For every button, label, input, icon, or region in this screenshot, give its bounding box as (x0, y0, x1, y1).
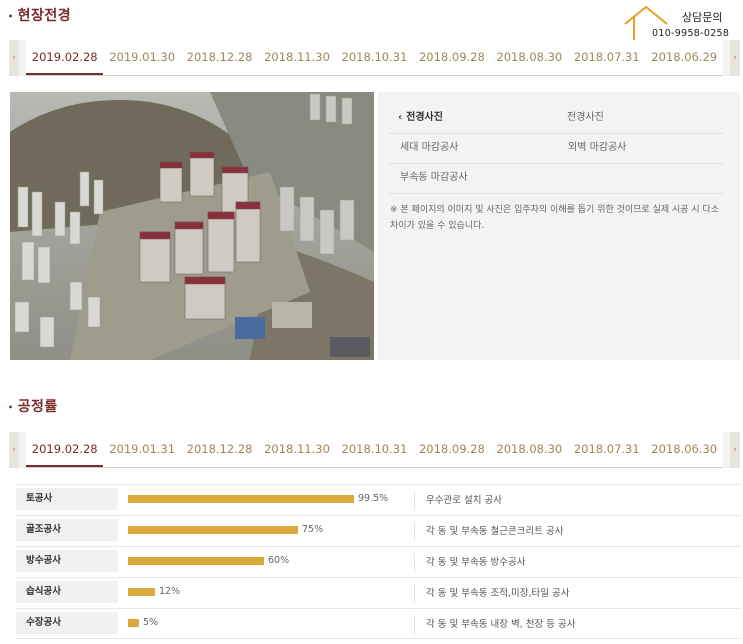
tab-date-8[interactable]: 2018.06.29 (646, 40, 723, 75)
tab-date-7[interactable]: 2018.07.31 (568, 40, 645, 75)
site-photo-date-tabs: ‹ 2019.02.28 2019.01.30 2018.12.28 2018.… (9, 40, 740, 76)
progress-item-name: 수장공사 (16, 612, 118, 634)
contact-title: 상담문의 (682, 11, 723, 24)
menu-item-annex-finishing[interactable]: 부속동 마감공사 (388, 164, 556, 193)
tab-date-3[interactable]: 2018.11.30 (258, 40, 335, 75)
menu-item-panorama-1[interactable]: 전경사진 (388, 104, 555, 133)
progress-title: • 공정률 (8, 396, 58, 416)
progress-row: 방수공사 60% 각 동 및 부속동 방수공사 (16, 546, 740, 577)
progress-tab-date-8[interactable]: 2018.06.30 (646, 432, 723, 467)
progress-bar-fill (128, 557, 264, 565)
progress-bar-track: 75% (128, 523, 414, 543)
menu-item-exterior-finishing[interactable]: 외벽 마감공사 (556, 134, 724, 163)
progress-item-description: 각 동 및 부속동 내장 벽, 천장 등 공사 (414, 609, 740, 640)
progress-bar-fill (128, 526, 298, 534)
site-aerial-photo (10, 92, 374, 360)
disclaimer-text: ※ 본 페이지의 이미지 및 사진은 입주자의 이해를 돕기 위한 것이므로 실… (390, 205, 720, 231)
title-bullet-icon: • (8, 402, 14, 412)
progress-bar-fill (128, 495, 354, 503)
progress-item-name: 방수공사 (16, 550, 118, 572)
progress-row: 골조공사 75% 각 동 및 부속동 철근콘크리트 공사 (16, 515, 740, 546)
tab-date-1[interactable]: 2019.01.30 (103, 40, 180, 75)
chevron-left-icon: ‹ (12, 445, 16, 455)
progress-tab-list: 2019.02.28 2019.01.31 2018.12.28 2018.11… (26, 432, 723, 468)
site-photo-title: • 현장전경 (8, 5, 71, 25)
progress-tab-date-3[interactable]: 2018.11.30 (258, 432, 335, 467)
tab-date-4[interactable]: 2018.10.31 (336, 40, 413, 75)
chevron-right-icon: › (733, 53, 737, 63)
progress-item-name: 토공사 (16, 488, 118, 510)
chevron-left-icon: ‹ (12, 53, 16, 63)
progress-item-description: 각 동 및 부속동 방수공사 (414, 547, 740, 578)
progress-tab-date-2[interactable]: 2018.12.28 (181, 432, 258, 467)
progress-percent: 75% (302, 524, 324, 535)
progress-row: 토공사 99.5% 우수관로 설치 공사 (16, 484, 740, 515)
progress-tab-date-7[interactable]: 2018.07.31 (568, 432, 645, 467)
progress-bar-track: 99.5% (128, 492, 414, 512)
menu-item-panorama-2[interactable]: 전경사진 (555, 104, 724, 133)
tab-date-6[interactable]: 2018.08.30 (491, 40, 568, 75)
progress-tab-date-6[interactable]: 2018.08.30 (491, 432, 568, 467)
progress-tab-date-0[interactable]: 2019.02.28 (26, 432, 104, 467)
progress-percent: 5% (143, 617, 159, 628)
progress-title-text: 공정률 (17, 399, 58, 415)
progress-date-tabs: ‹ 2019.02.28 2019.01.31 2018.12.28 2018.… (9, 432, 740, 468)
progress-item-description: 각 동 및 부속동 철근콘크리트 공사 (414, 516, 740, 547)
tab-date-2[interactable]: 2018.12.28 (181, 40, 258, 75)
progress-item-name: 습식공사 (16, 581, 118, 603)
progress-tab-date-5[interactable]: 2018.09.28 (413, 432, 490, 467)
progress-bar-fill (128, 619, 139, 627)
progress-percent: 60% (268, 555, 290, 566)
menu-item-empty (556, 164, 724, 193)
photo-category-panel: 전경사진 전경사진 세대 마감공사 외벽 마감공사 부속동 마감공사 ※ 본 페… (378, 92, 740, 360)
progress-tab-next-button[interactable]: › (730, 432, 740, 468)
progress-percent: 12% (159, 586, 181, 597)
progress-tab-date-4[interactable]: 2018.10.31 (336, 432, 413, 467)
progress-bar-track: 5% (128, 616, 414, 636)
progress-row: 습식공사 12% 각 동 및 부속동 조적,미장,타일 공사 (16, 577, 740, 608)
progress-row: 수장공사 5% 각 동 및 부속동 내장 벽, 천장 등 공사 (16, 608, 740, 639)
progress-tab-date-1[interactable]: 2019.01.31 (103, 432, 180, 467)
photo-category-menu: 전경사진 전경사진 세대 마감공사 외벽 마감공사 부속동 마감공사 (388, 104, 724, 194)
progress-percent: 99.5% (358, 493, 389, 504)
site-photo-title-text: 현장전경 (17, 8, 72, 24)
progress-item-description: 각 동 및 부속동 조적,미장,타일 공사 (414, 578, 740, 609)
tab-date-0[interactable]: 2019.02.28 (26, 40, 104, 75)
progress-tab-prev-button[interactable]: ‹ (9, 432, 19, 468)
tab-next-button[interactable]: › (730, 40, 740, 76)
contact-phone[interactable]: 010-9958-0258 (652, 28, 729, 39)
progress-bar-track: 60% (128, 554, 414, 574)
progress-bar-fill (128, 588, 155, 596)
progress-list: 토공사 99.5% 우수관로 설치 공사골조공사 75% 각 동 및 부속동 철근콘크리… (16, 484, 740, 639)
tab-prev-button[interactable]: ‹ (9, 40, 19, 76)
progress-item-description: 우수관로 설치 공사 (414, 485, 740, 516)
menu-item-unit-finishing[interactable]: 세대 마감공사 (388, 134, 556, 163)
progress-item-name: 골조공사 (16, 519, 118, 541)
progress-bar-track: 12% (128, 585, 414, 605)
title-bullet-icon: • (8, 11, 14, 21)
tab-date-5[interactable]: 2018.09.28 (413, 40, 490, 75)
date-tab-list: 2019.02.28 2019.01.30 2018.12.28 2018.11… (26, 40, 723, 76)
contact-badge[interactable]: 상담문의 010-9958-0258 (624, 5, 740, 43)
chevron-right-icon: › (733, 445, 737, 455)
